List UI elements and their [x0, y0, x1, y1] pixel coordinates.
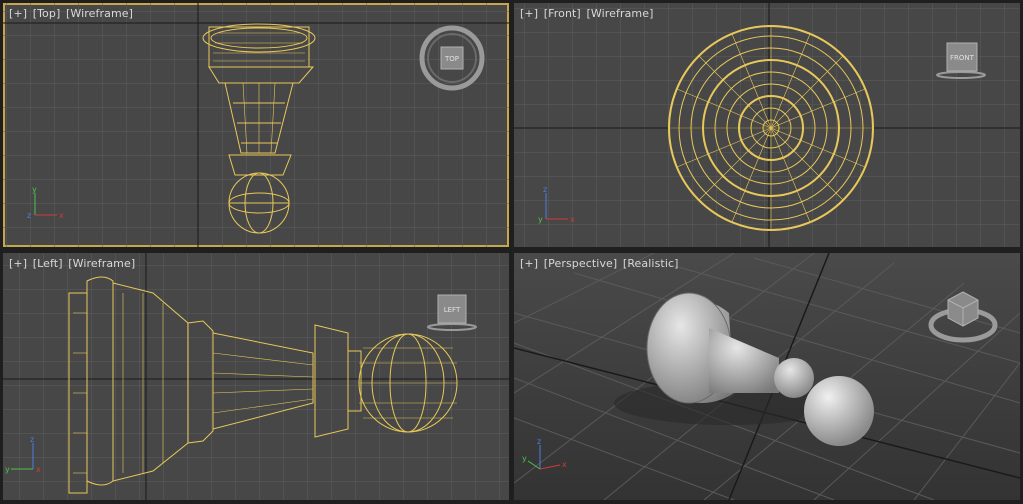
viewport-menu-plus[interactable]: [+] [9, 7, 27, 20]
viewport-point-of-view[interactable]: [Perspective] [544, 257, 618, 270]
svg-text:x: x [59, 211, 64, 220]
viewport-menu-plus[interactable]: [+] [520, 7, 538, 20]
pawn-wireframe-front [668, 25, 874, 231]
viewport-shading-mode[interactable]: [Realistic] [623, 257, 679, 270]
viewcube-face-label: FRONT [950, 54, 975, 62]
viewport-left[interactable]: [+] [Left] [Wireframe] LEFT z y x [3, 253, 509, 500]
svg-text:y: y [538, 215, 543, 224]
viewcube-front[interactable]: FRONT [926, 37, 996, 87]
viewcube-top[interactable]: TOP [417, 23, 487, 93]
svg-text:z: z [537, 437, 541, 446]
axis-tripod-perspective: z x y [522, 437, 567, 470]
svg-text:y: y [5, 465, 10, 474]
viewcube-left[interactable]: LEFT [417, 289, 487, 339]
svg-text:x: x [36, 465, 41, 474]
viewport-top-label[interactable]: [+] [Top] [Wireframe] [9, 7, 135, 20]
svg-text:x: x [570, 215, 575, 224]
svg-text:z: z [27, 211, 31, 220]
svg-text:y: y [32, 185, 37, 194]
viewport-menu-plus[interactable]: [+] [9, 257, 27, 270]
axis-tripod-left: z y x [5, 435, 41, 474]
svg-text:z: z [30, 435, 34, 444]
viewport-front[interactable]: [+] [Front] [Wireframe] FRONT z x y [514, 3, 1020, 247]
viewport-point-of-view[interactable]: [Top] [33, 7, 61, 20]
viewport-point-of-view[interactable]: [Left] [33, 257, 63, 270]
viewport-menu-plus[interactable]: [+] [520, 257, 538, 270]
viewcube-face-label: TOP [444, 55, 459, 63]
svg-text:z: z [543, 185, 547, 194]
viewport-top[interactable]: [+] [Top] [Wireframe] TOP y x z [3, 3, 509, 247]
viewport-shading-mode[interactable]: [Wireframe] [66, 7, 133, 20]
axis-tripod-front: z x y [538, 185, 575, 224]
viewport-perspective-label[interactable]: [+] [Perspective] [Realistic] [520, 257, 681, 270]
viewport-perspective[interactable]: [+] [Perspective] [Realistic] z x y [514, 253, 1020, 500]
svg-text:y: y [522, 454, 527, 463]
viewport-left-label[interactable]: [+] [Left] [Wireframe] [9, 257, 137, 270]
viewcube-perspective[interactable] [926, 285, 1000, 347]
viewport-front-label[interactable]: [+] [Front] [Wireframe] [520, 7, 655, 20]
svg-text:x: x [562, 460, 567, 469]
axis-tripod-top: y x z [27, 185, 64, 220]
viewport-shading-mode[interactable]: [Wireframe] [586, 7, 653, 20]
viewport-point-of-view[interactable]: [Front] [544, 7, 581, 20]
viewport-shading-mode[interactable]: [Wireframe] [68, 257, 135, 270]
viewcube-face-label: LEFT [444, 306, 461, 314]
